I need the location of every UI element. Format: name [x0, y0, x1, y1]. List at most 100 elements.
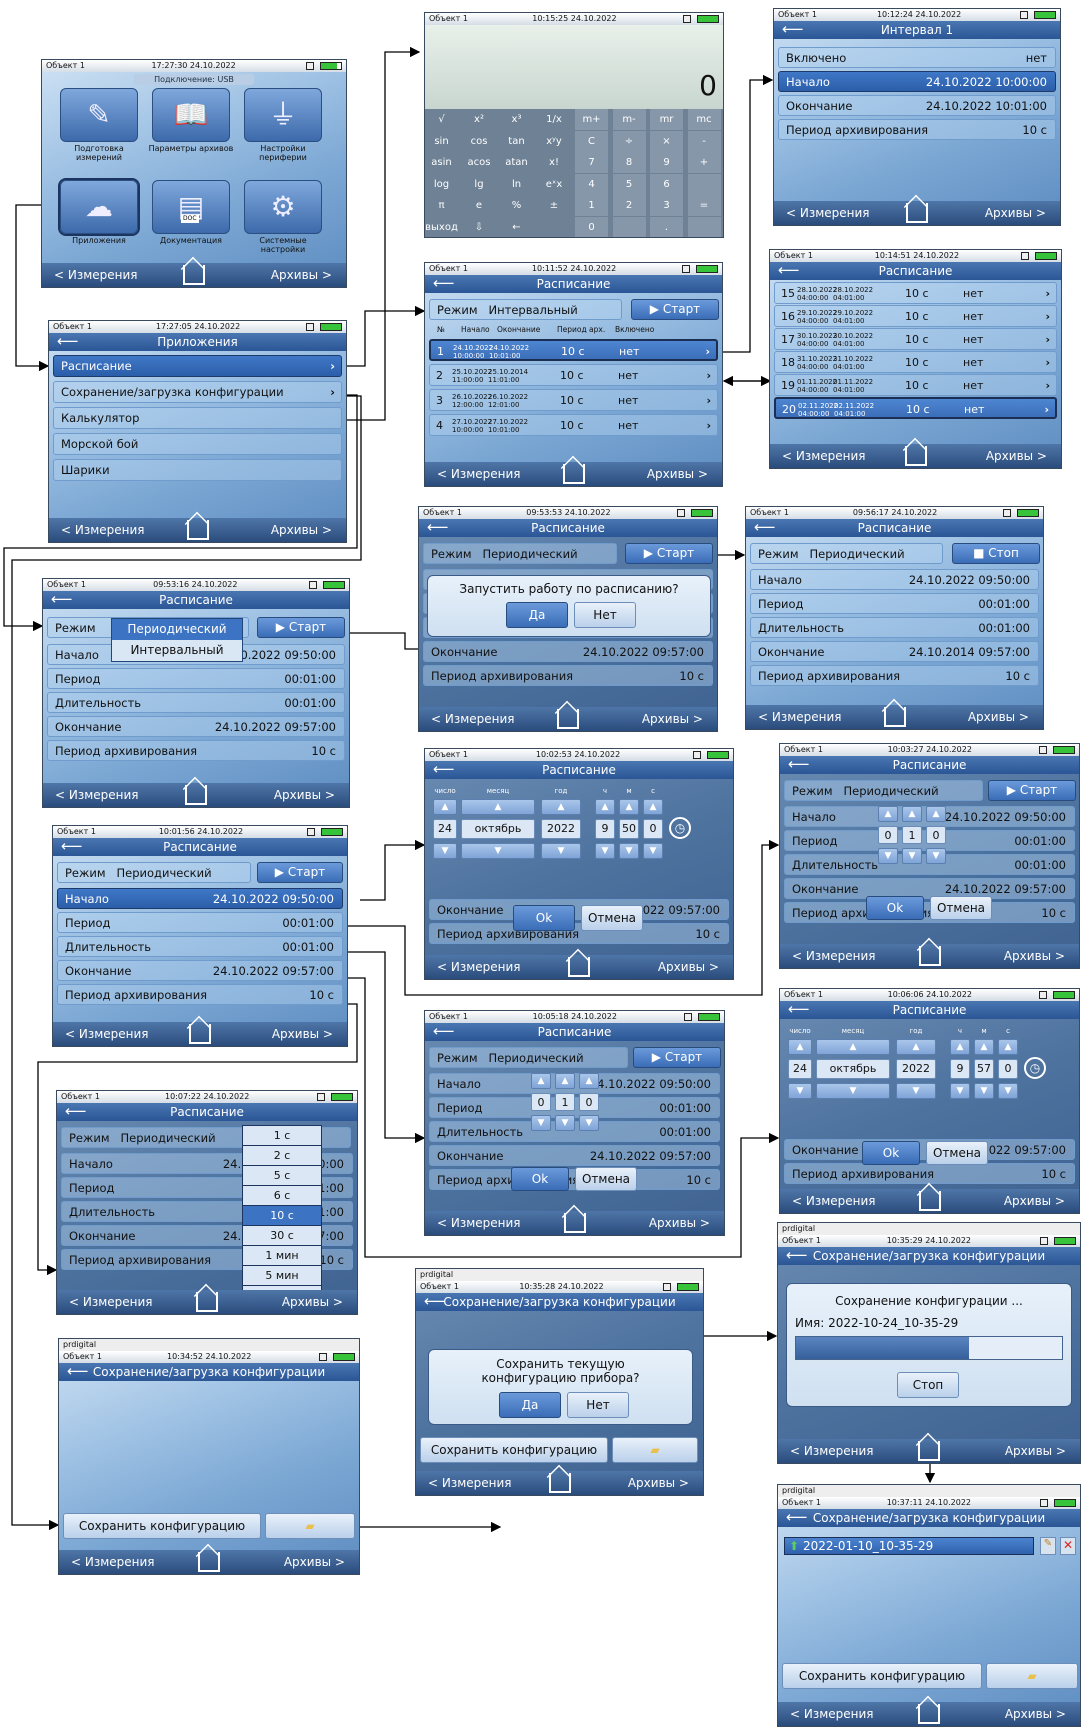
home-icon[interactable]: [562, 464, 585, 484]
app-item[interactable]: Калькулятор: [53, 407, 342, 429]
calc-key[interactable]: %: [500, 195, 533, 216]
schedule-row[interactable]: 20 02.11.2022 02.11.2022 10 с нет 04:00:00 04:…: [774, 397, 1057, 419]
calc-key[interactable]: +: [687, 152, 721, 173]
increment-arrow-icon[interactable]: ▲: [579, 1073, 599, 1089]
schedule-field[interactable]: Период архивирования 10 с: [47, 740, 345, 761]
back-arrow-icon[interactable]: ⟵: [67, 1363, 89, 1379]
nav-archives[interactable]: Архивы >: [274, 783, 335, 807]
document-icon[interactable]: ▤ DOC: [152, 180, 230, 234]
increment-arrow-icon[interactable]: ▲: [950, 1039, 970, 1055]
increment-arrow-icon[interactable]: ▲: [433, 799, 457, 815]
calc-key[interactable]: e: [463, 195, 496, 216]
calc-key[interactable]: ←: [500, 217, 533, 238]
increment-arrow-icon[interactable]: ▲: [788, 1039, 812, 1055]
calc-key[interactable]: m-: [612, 109, 646, 130]
increment-arrow-icon[interactable]: ▲: [998, 1039, 1018, 1055]
decrement-arrow-icon[interactable]: ▼: [595, 843, 615, 859]
calc-key[interactable]: mr: [650, 109, 683, 130]
calc-key[interactable]: [612, 216, 646, 237]
decrement-arrow-icon[interactable]: ▼: [619, 843, 639, 859]
clock-icon[interactable]: ◷: [669, 817, 691, 839]
schedule-field[interactable]: Длительность 00:01:00: [57, 936, 343, 957]
home-icon[interactable]: [185, 785, 207, 805]
duration-value-s[interactable]: 0: [579, 1093, 599, 1111]
calc-key[interactable]: cos: [463, 131, 496, 152]
nav-measurements[interactable]: < Измерения: [54, 263, 138, 287]
back-arrow-icon[interactable]: ⟵: [57, 333, 79, 349]
calc-key[interactable]: [687, 173, 721, 195]
increment-arrow-icon[interactable]: ▲: [619, 799, 639, 815]
increment-arrow-icon[interactable]: ▲: [461, 799, 535, 815]
schedule-row[interactable]: 15 28.10.2022 28.10.2022 10 с нет 04:00:00 04:…: [774, 282, 1057, 304]
cancel-button[interactable]: Отмена: [575, 1167, 637, 1191]
archive-period-option[interactable]: 30 с: [243, 1226, 321, 1246]
schedule-field[interactable]: Период архивирования 10 с: [57, 984, 343, 1005]
picker-value-h[interactable]: 9: [950, 1059, 970, 1079]
calc-key[interactable]: 7: [575, 152, 608, 173]
nav-measurements[interactable]: < Измерения: [786, 201, 870, 225]
ok-button[interactable]: Ok: [511, 1167, 569, 1191]
back-arrow-icon[interactable]: ⟵: [778, 262, 800, 278]
home-icon[interactable]: [189, 1024, 211, 1044]
picker-value-year[interactable]: 2022: [541, 819, 581, 839]
home-icon[interactable]: [883, 707, 906, 727]
archive-period-option[interactable]: 6 с: [243, 1186, 321, 1206]
calc-key[interactable]: π: [425, 195, 458, 216]
nav-archives[interactable]: Архивы >: [272, 1022, 333, 1046]
ok-button[interactable]: Ok: [862, 1141, 920, 1165]
folder-open-icon[interactable]: ▰: [986, 1663, 1078, 1689]
calc-key[interactable]: [538, 217, 571, 238]
app-item[interactable]: Морской бой: [53, 433, 342, 455]
schedule-field[interactable]: Окончание24.10.2022 09:57:00: [57, 960, 343, 981]
picker-value-s[interactable]: 0: [998, 1059, 1018, 1079]
picker-value-h[interactable]: 9: [595, 819, 615, 839]
interval-field[interactable]: Период архивирования 10 с: [778, 119, 1056, 140]
schedule-field[interactable]: Период 00:01:00: [47, 668, 345, 689]
calc-key[interactable]: x!: [538, 152, 571, 173]
nav-measurements[interactable]: < Измерения: [437, 462, 521, 486]
nav-archives[interactable]: Архивы >: [284, 1550, 345, 1574]
schedule-field[interactable]: Период архивирования 10 с: [423, 665, 713, 686]
decrement-arrow-icon[interactable]: ▼: [531, 1115, 551, 1131]
increment-arrow-icon[interactable]: ▲: [643, 799, 663, 815]
yes-button[interactable]: Да: [506, 602, 568, 628]
mode-option-interval[interactable]: Интервальный: [112, 640, 242, 661]
plug-icon[interactable]: ⏚: [244, 88, 322, 142]
calc-key[interactable]: 3: [650, 195, 683, 216]
delete-icon[interactable]: ✕: [1060, 1537, 1076, 1555]
calc-key[interactable]: выход: [425, 217, 458, 238]
mode-selector[interactable]: Режим Интервальный: [429, 299, 622, 320]
cancel-button[interactable]: Отмена: [930, 896, 992, 920]
ok-button[interactable]: Ok: [866, 896, 924, 920]
config-file-item[interactable]: ⬆ 2022-01-10_10-35-29: [784, 1537, 1034, 1555]
calc-key[interactable]: xʸy: [538, 131, 571, 152]
back-arrow-icon[interactable]: ⟵: [61, 838, 83, 854]
decrement-arrow-icon[interactable]: ▼: [816, 1083, 890, 1099]
calc-key[interactable]: 0: [575, 216, 608, 237]
calc-key[interactable]: -: [687, 130, 721, 152]
schedule-field[interactable]: Окончание24.10.2022 09:57:00: [784, 878, 1075, 899]
interval-field[interactable]: Начало 24.10.2022 10:00:00: [778, 71, 1056, 92]
increment-arrow-icon[interactable]: ▲: [541, 799, 581, 815]
app-item[interactable]: Расписание ›: [53, 355, 342, 377]
mode-selector[interactable]: Режим Периодический: [57, 862, 251, 883]
home-icon[interactable]: [183, 265, 205, 285]
archive-period-dropdown[interactable]: 1 с2 с5 с6 с10 с30 с1 мин5 мин6 мин: [242, 1125, 322, 1307]
decrement-arrow-icon[interactable]: ▼: [878, 848, 898, 864]
archive-period-option[interactable]: 1 с: [243, 1126, 321, 1146]
measure-prep-icon[interactable]: ✎: [60, 88, 138, 142]
back-arrow-icon[interactable]: ⟵: [433, 275, 455, 291]
interval-field[interactable]: Окончание 24.10.2022 10:01:00: [778, 95, 1056, 116]
schedule-row[interactable]: 2 25.10.2022 25.10.2014 10 с нет 11:00:00 11:0…: [429, 364, 718, 386]
duration-value-h[interactable]: 0: [878, 826, 898, 844]
archive-period-option[interactable]: 10 с: [243, 1206, 321, 1226]
interval-field[interactable]: Включено нет: [778, 47, 1056, 68]
nav-archives[interactable]: Архивы >: [647, 462, 708, 486]
nav-measurements[interactable]: < Измерения: [782, 444, 866, 468]
calc-key[interactable]: [687, 216, 721, 237]
picker-value-m[interactable]: 57: [974, 1059, 994, 1079]
calc-key[interactable]: C: [575, 130, 608, 152]
picker-value-month[interactable]: октябрь: [816, 1059, 890, 1079]
decrement-arrow-icon[interactable]: ▼: [461, 843, 535, 859]
ok-button[interactable]: Ok: [513, 905, 575, 931]
